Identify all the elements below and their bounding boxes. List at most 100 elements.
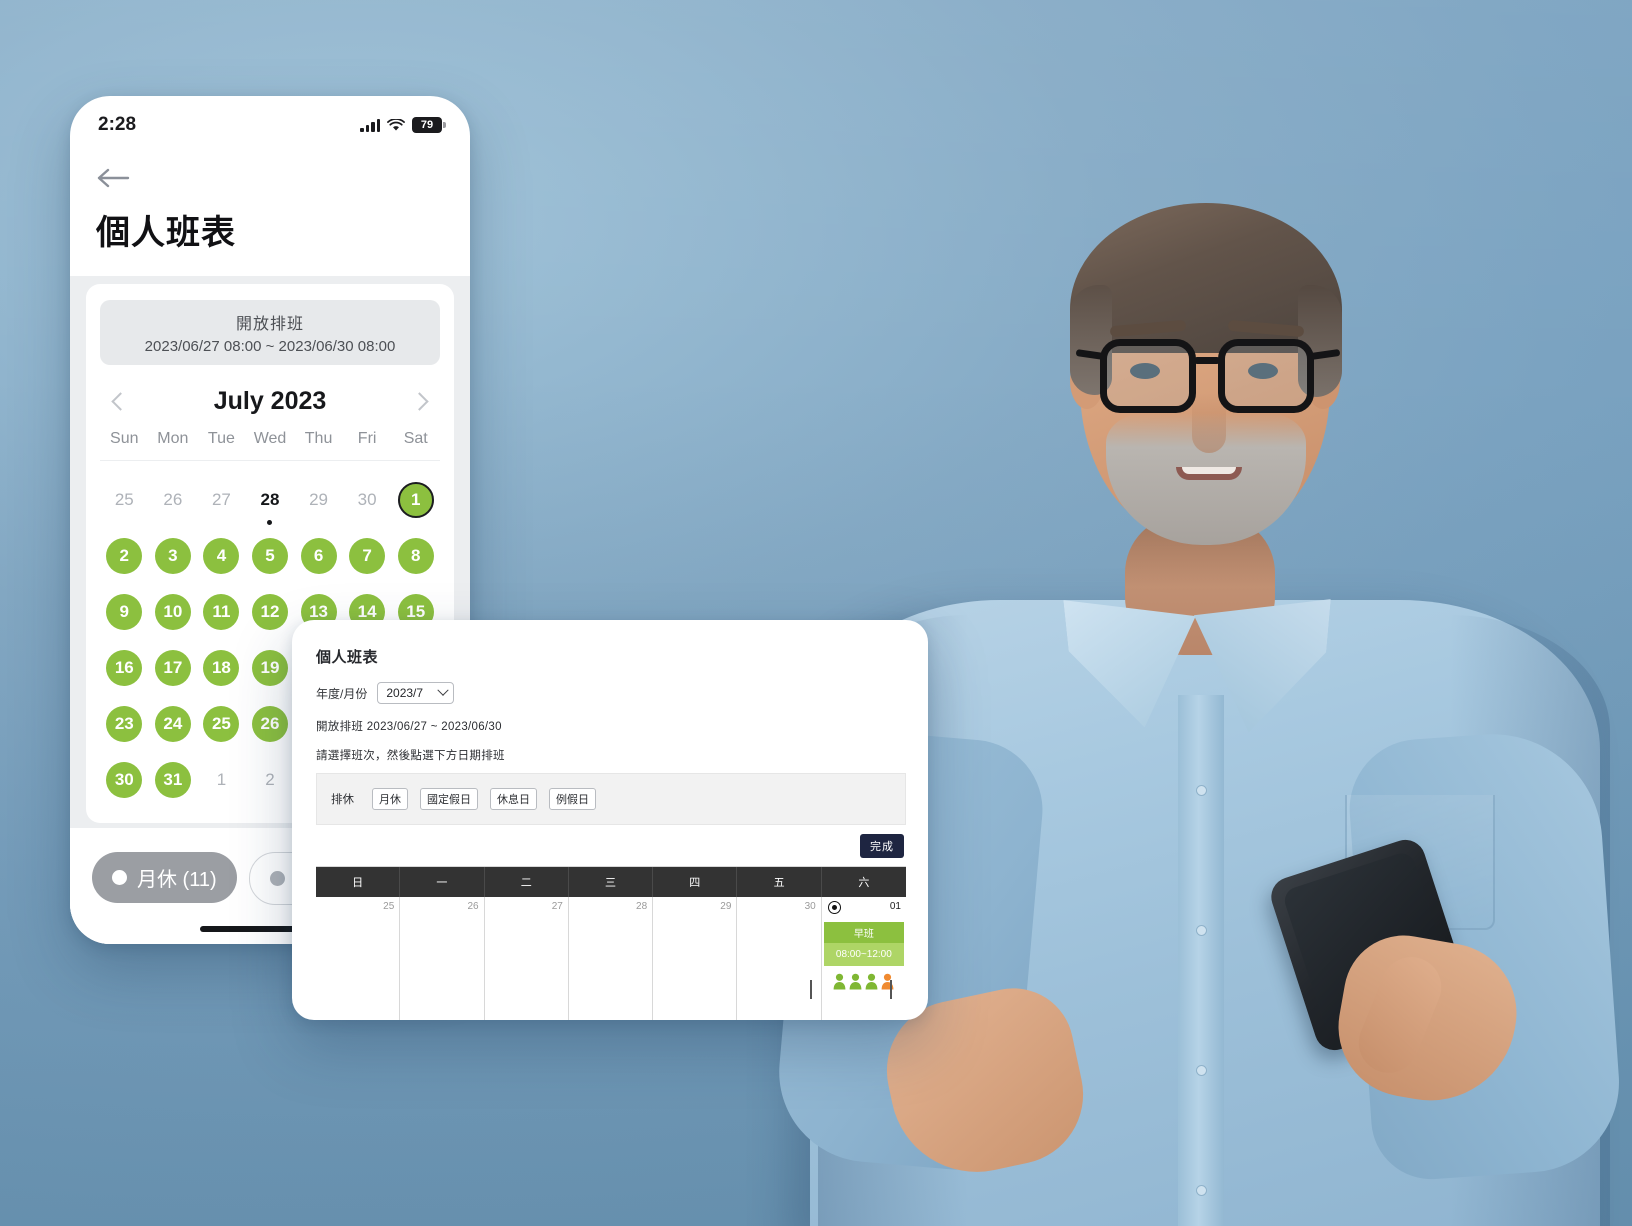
shirt-placket	[1178, 695, 1224, 1226]
calendar-day[interactable]: 27	[197, 475, 246, 525]
instruction-text: 請選擇班次，然後點選下方日期排班	[316, 750, 505, 762]
calendar-day[interactable]: 31	[149, 755, 198, 805]
legend-label: 月休 (11)	[137, 869, 217, 891]
chevron-right-icon	[890, 980, 892, 999]
calendar-prev-button[interactable]	[810, 980, 824, 999]
calendar-day[interactable]: 1	[197, 755, 246, 805]
calendar-day-number: 17	[154, 650, 191, 686]
calendar-day[interactable]: 12	[246, 587, 295, 637]
shift-block[interactable]: 早班 08:00~12:00	[823, 922, 904, 966]
calendar-day-number: 29	[309, 490, 329, 509]
tablet-calendar-cell[interactable]: 29	[653, 897, 738, 1020]
calendar-day[interactable]: 25	[197, 699, 246, 749]
calendar-day[interactable]: 26	[149, 475, 198, 525]
page-title: 個人班表	[96, 214, 236, 252]
calendar-day[interactable]: 29	[294, 475, 343, 525]
calendar-day-number: 2	[106, 538, 143, 574]
calendar-day[interactable]: 3	[149, 531, 198, 581]
calendar-day[interactable]: 11	[197, 587, 246, 637]
calendar-day-number: 8	[397, 538, 434, 574]
calendar-day[interactable]: 10	[149, 587, 198, 637]
tablet-calendar-cell[interactable]: 27	[485, 897, 569, 1020]
year-month-select[interactable]: 2023/7	[377, 682, 455, 704]
back-arrow-icon[interactable]	[96, 166, 130, 190]
calendar-day-number: 23	[106, 706, 143, 742]
calendar-day-number: 30	[106, 762, 143, 798]
calendar-day[interactable]: 2	[246, 755, 295, 805]
weekday-label-thu: Thu	[304, 430, 333, 447]
calendar-day[interactable]: 6	[294, 531, 343, 581]
calendar-day[interactable]: 5	[246, 531, 295, 581]
calendar-day-number: 2	[265, 770, 275, 789]
calendar-day[interactable]: 30	[343, 475, 392, 525]
banner-range: 2023/06/27 08:00 ~ 2023/06/30 08:00	[144, 338, 396, 355]
tablet-cell-date: 26	[467, 901, 479, 912]
legend-chip[interactable]: 月休 (11)	[92, 852, 237, 903]
tablet-calendar-cell[interactable]: 30	[737, 897, 822, 1020]
glasses-lens-right	[1218, 339, 1314, 413]
calendar-day-number: 18	[203, 650, 240, 686]
tablet-weekday-label: 一	[400, 867, 485, 897]
tablet-calendar: 日一二三四五 六 25 26 27 28 29 30 01 早班 08:00~12:00	[316, 866, 906, 1020]
calendar-day[interactable]: 30	[100, 755, 149, 805]
tablet-calendar-cell[interactable]: 25	[316, 897, 401, 1020]
calendar-day-number: 16	[106, 650, 143, 686]
calendar-day-number: 5	[251, 538, 288, 574]
calendar-day[interactable]: 26	[246, 699, 295, 749]
calendar-day[interactable]: 28	[246, 475, 295, 525]
shift-time: 08:00~12:00	[823, 943, 904, 966]
cellular-bars-icon	[360, 118, 380, 132]
calendar-day[interactable]: 23	[100, 699, 149, 749]
status-time: 2:28	[98, 114, 137, 135]
shift-chip[interactable]: 休息日	[490, 788, 537, 810]
shift-chip[interactable]: 國定假日	[420, 788, 478, 810]
battery-level: 79	[420, 119, 434, 131]
teeth	[1182, 467, 1236, 474]
legend-dot	[112, 870, 127, 885]
tablet-calendar-cell[interactable]: 01 早班 08:00~12:00	[822, 897, 906, 1020]
tablet-weekday-label: 四	[653, 867, 738, 897]
calendar-day[interactable]: 1	[391, 475, 440, 525]
battery-icon: 79	[412, 117, 446, 133]
calendar-day[interactable]: 9	[100, 587, 149, 637]
today-dot	[267, 520, 273, 525]
weekday-header: Sun Mon Tue Wed Thu Fri Sat	[100, 430, 440, 461]
calendar-day[interactable]: 2	[100, 531, 149, 581]
wifi-icon	[387, 118, 405, 131]
chevron-left-icon[interactable]	[111, 392, 130, 411]
calendar-day[interactable]: 8	[391, 531, 440, 581]
calendar-day-number: 26	[251, 706, 288, 742]
calendar-day-number: 26	[163, 490, 183, 509]
tablet-weekday-label: 六	[858, 877, 870, 889]
tablet-calendar-cell[interactable]: 28	[569, 897, 654, 1020]
calendar-day[interactable]: 19	[246, 643, 295, 693]
calendar-next-button[interactable]	[890, 980, 904, 999]
calendar-day[interactable]: 16	[100, 643, 149, 693]
calendar-day[interactable]: 4	[197, 531, 246, 581]
month-label: July 2023	[213, 387, 327, 415]
chevron-right-icon[interactable]	[410, 392, 429, 411]
calendar-day[interactable]: 18	[197, 643, 246, 693]
shirt-button	[1196, 925, 1207, 936]
calendar-day[interactable]: 25	[100, 475, 149, 525]
shift-chip[interactable]: 月休	[372, 788, 408, 810]
year-month-label: 年度/月份	[316, 686, 368, 701]
tablet-weekday-label: 三	[569, 867, 654, 897]
weekday-label-wed: Wed	[253, 430, 287, 447]
calendar-day[interactable]: 17	[149, 643, 198, 693]
calendar-day[interactable]: 7	[343, 531, 392, 581]
shift-chip[interactable]: 例假日	[549, 788, 596, 810]
calendar-day-number: 19	[251, 650, 288, 686]
tablet-cell-date: 30	[804, 901, 816, 912]
done-button[interactable]: 完成	[860, 834, 904, 858]
calendar-day-number: 6	[300, 538, 337, 574]
tablet-cell-date: 29	[720, 901, 732, 912]
weekday-label-mon: Mon	[157, 430, 189, 447]
shirt-button	[1196, 1185, 1207, 1196]
calendar-day[interactable]: 24	[149, 699, 198, 749]
target-icon[interactable]	[827, 901, 841, 914]
calendar-day-number: 3	[154, 538, 191, 574]
person-icon	[865, 973, 878, 990]
calendar-day-number: 11	[203, 594, 240, 630]
tablet-calendar-cell[interactable]: 26	[400, 897, 485, 1020]
